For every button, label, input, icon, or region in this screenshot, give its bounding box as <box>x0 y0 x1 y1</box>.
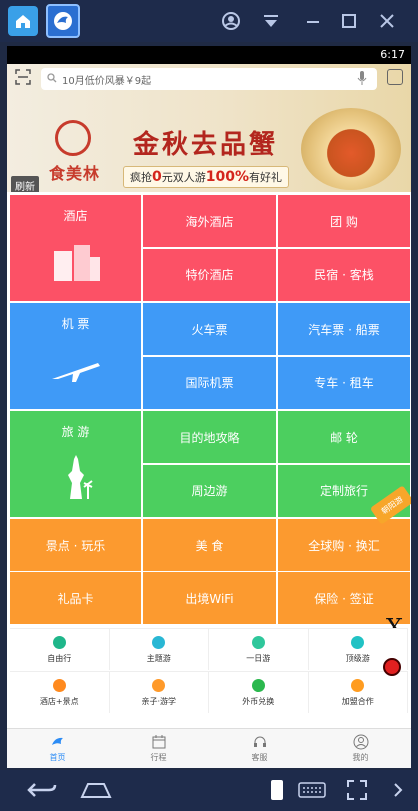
bus-ship-ticket-tile[interactable]: 汽车票 · 船票 <box>278 303 410 355</box>
headset-icon <box>253 736 266 747</box>
account-icon[interactable] <box>220 10 242 32</box>
free-travel-icon <box>52 635 66 649</box>
day-tour-link[interactable]: 一日游 <box>209 629 309 670</box>
quick-links-row-1: 自由行 主题游 一日游 顶级游 <box>10 628 408 670</box>
emulator-home-button[interactable] <box>8 6 38 36</box>
airplane-icon <box>52 363 100 382</box>
search-icon <box>47 72 57 86</box>
hotel-building-icon <box>54 245 100 281</box>
user-icon <box>353 734 368 750</box>
fullscreen-icon[interactable] <box>340 776 374 804</box>
overseas-hotel-tile[interactable]: 海外酒店 <box>143 195 276 247</box>
category-grid: 酒店 海外酒店 团 购 特价酒店 民宿 · 客栈 机 票 火车票 汽车票 · 船… <box>10 195 411 624</box>
crab-dish-image <box>301 108 401 190</box>
hotel-attraction-link[interactable]: 酒店+景点 <box>10 672 110 713</box>
wifi-tile[interactable]: 出境WiFi <box>143 572 276 624</box>
logo-text: 食美林 <box>49 164 101 183</box>
nav-profile[interactable]: 我的 <box>310 729 411 768</box>
statue-of-liberty-icon <box>68 455 93 499</box>
calendar-icon <box>152 735 165 749</box>
scan-icon[interactable] <box>15 69 33 87</box>
partnership-link[interactable]: 加盟合作 <box>309 672 408 713</box>
diamond-icon <box>351 635 365 649</box>
group-buy-tile[interactable]: 团 购 <box>278 195 410 247</box>
ladybug-floating-icon[interactable] <box>383 658 401 676</box>
search-row: 10月低价风暴￥9起 <box>7 64 411 94</box>
banner-headline: 金秋去品蟹 <box>133 130 279 160</box>
ctrip-dolphin-icon <box>54 12 72 30</box>
promo-banner[interactable]: 10月低价风暴￥9起 食美林 刷新 金秋去品蟹 疯抢0元双人游100%有好礼 <box>7 64 411 192</box>
home-nav-icon[interactable] <box>76 776 116 804</box>
nearby-tour-tile[interactable]: 周边游 <box>143 464 276 517</box>
flight-section: 机 票 火车票 汽车票 · 船票 国际机票 专车 · 租车 <box>10 303 410 409</box>
portrait-mode-icon[interactable] <box>262 776 292 804</box>
ctrip-app-tab[interactable] <box>46 4 80 38</box>
minimize-icon[interactable] <box>302 10 324 32</box>
hotel-attraction-icon <box>52 678 66 692</box>
nav-home[interactable]: 首页 <box>7 729 108 768</box>
gift-card-tile[interactable]: 礼品卡 <box>10 572 141 624</box>
cruise-tile[interactable]: 邮 轮 <box>278 411 410 463</box>
special-hotel-tile[interactable]: 特价酒店 <box>143 248 276 301</box>
more-section: 景点 · 玩乐 美 食 全球购 · 换汇 礼品卡 出境WiFi 保险 · 签证 <box>10 519 410 624</box>
search-placeholder: 10月低价风暴￥9起 <box>62 75 152 87</box>
theme-tour-icon <box>152 635 166 649</box>
hotel-section: 酒店 海外酒店 团 购 特价酒店 民宿 · 客栈 <box>10 195 410 301</box>
attractions-tile[interactable]: 景点 · 玩乐 <box>10 519 141 571</box>
refresh-button[interactable]: 刷新 <box>11 176 39 192</box>
global-shopping-tile[interactable]: 全球购 · 换汇 <box>278 519 410 571</box>
status-time: 6:17 <box>380 48 405 61</box>
hotel-main-tile[interactable]: 酒店 <box>10 195 141 301</box>
banner-subline: 疯抢0元双人游100%有好礼 <box>123 166 290 188</box>
keyboard-icon[interactable] <box>296 776 328 804</box>
nav-support[interactable]: 客服 <box>209 729 310 768</box>
emulator-top-bar <box>0 0 418 42</box>
handshake-icon <box>351 678 365 692</box>
close-window-icon[interactable] <box>376 10 398 32</box>
phone-screen: 6:17 10月低价风暴￥9起 食美林 刷新 金秋去品蟹 疯抢0元双人游100%… <box>7 46 411 768</box>
homestay-tile[interactable]: 民宿 · 客栈 <box>278 248 410 301</box>
intl-flight-tile[interactable]: 国际机票 <box>143 356 276 409</box>
quick-links-row-2: 酒店+景点 亲子·游学 外币兑换 加盟合作 <box>10 671 408 713</box>
dropdown-menu-icon[interactable] <box>260 10 282 32</box>
message-icon[interactable] <box>387 69 403 85</box>
dolphin-home-icon <box>51 737 63 745</box>
flight-main-tile[interactable]: 机 票 <box>10 303 141 409</box>
emulator-bottom-bar <box>0 770 418 811</box>
maximize-icon[interactable] <box>338 10 360 32</box>
shimeilin-logo-icon <box>55 120 91 156</box>
yen-icon <box>251 678 265 692</box>
status-bar: 6:17 <box>7 46 411 64</box>
travel-main-tile[interactable]: 旅 游 <box>10 411 141 517</box>
hotel-label: 酒店 <box>63 209 88 223</box>
flight-label: 机 票 <box>61 317 90 331</box>
search-input[interactable]: 10月低价风暴￥9起 <box>41 68 377 90</box>
bottom-navigation: 首页 行程 客服 我的 <box>7 728 411 768</box>
travel-section: 旅 游 目的地攻略 邮 轮 周边游 定制旅行 朝阳游 <box>10 411 411 525</box>
train-ticket-tile[interactable]: 火车票 <box>143 303 276 355</box>
nav-itinerary[interactable]: 行程 <box>108 729 209 768</box>
destination-guide-tile[interactable]: 目的地攻略 <box>143 411 276 463</box>
back-icon[interactable] <box>22 776 62 804</box>
microphone-icon[interactable] <box>357 70 367 89</box>
family-icon <box>152 678 166 692</box>
custom-travel-tile[interactable]: 定制旅行 朝阳游 <box>278 464 411 525</box>
car-rental-tile[interactable]: 专车 · 租车 <box>278 356 410 409</box>
day-tour-icon <box>251 635 265 649</box>
free-travel-link[interactable]: 自由行 <box>10 629 110 670</box>
family-study-link[interactable]: 亲子·游学 <box>110 672 209 713</box>
travel-label: 旅 游 <box>61 425 90 439</box>
chevron-right-icon[interactable] <box>388 776 408 804</box>
currency-exchange-link[interactable]: 外币兑换 <box>209 672 309 713</box>
theme-tour-link[interactable]: 主题游 <box>110 629 209 670</box>
home-icon <box>16 15 30 28</box>
food-tile[interactable]: 美 食 <box>143 519 276 571</box>
